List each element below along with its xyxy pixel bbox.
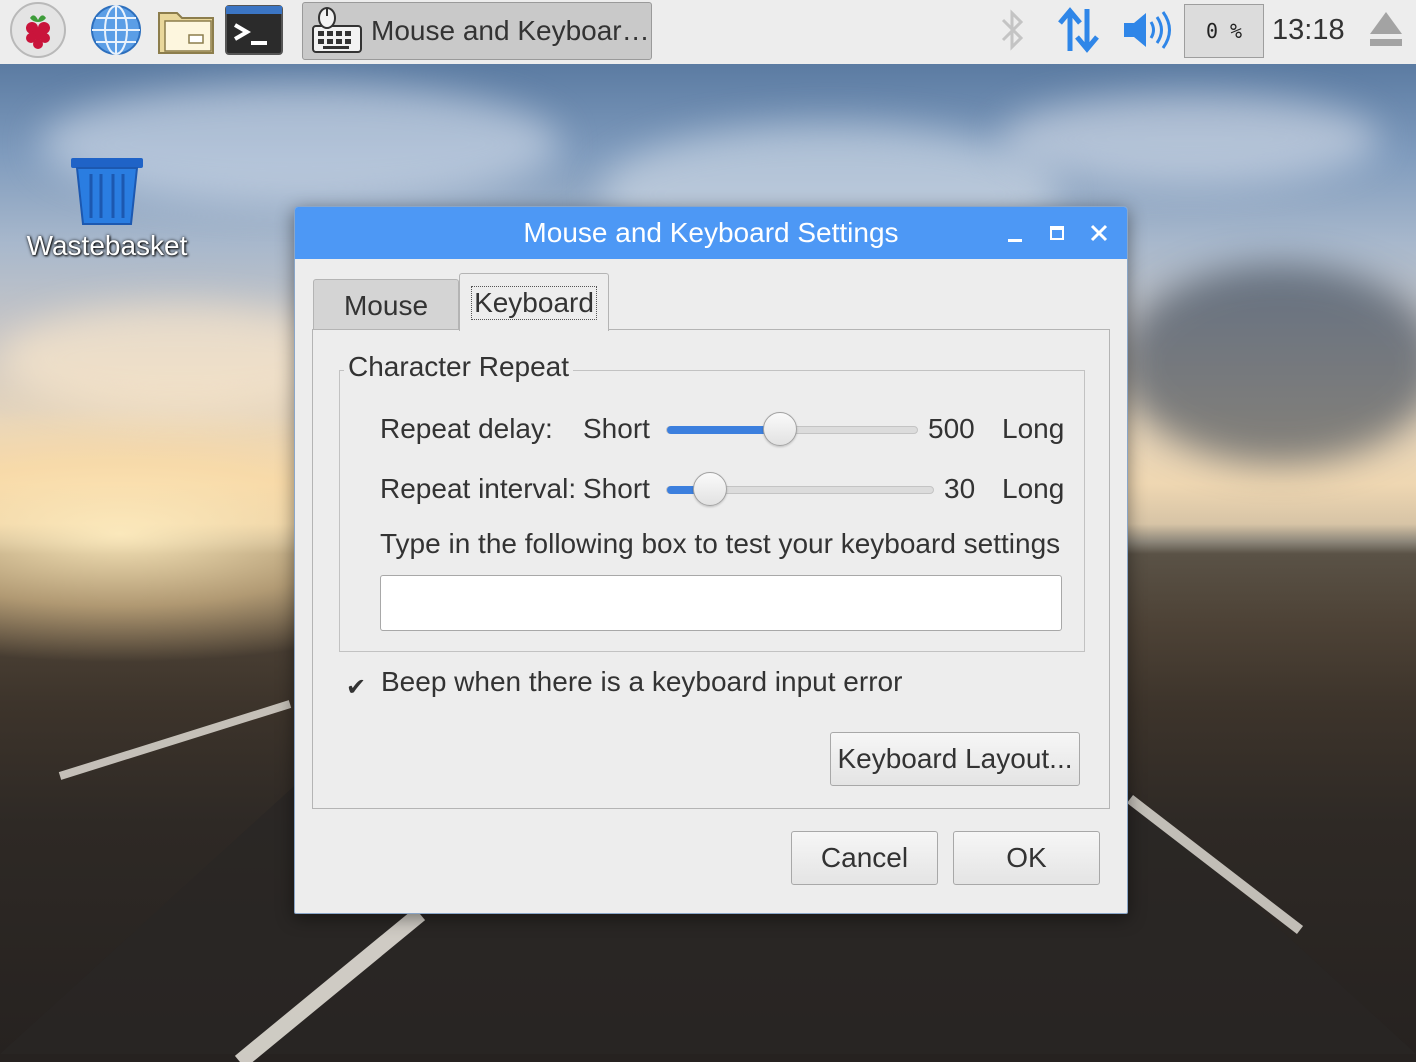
terminal-button[interactable] — [224, 4, 284, 60]
repeat-interval-long-label: Long — [1002, 473, 1065, 504]
tab-mouse-label: Mouse — [343, 289, 429, 321]
repeat-interval-label: Repeat interval: — [380, 473, 577, 504]
beep-checkbox-label[interactable]: Beep when there is a keyboard input erro… — [381, 666, 902, 698]
repeat-delay-slider-handle[interactable] — [762, 412, 797, 446]
trash-icon — [69, 154, 145, 230]
taskbar-window-label: Mouse and Keyboar… — [371, 15, 650, 46]
volume-button[interactable] — [1116, 4, 1176, 60]
mouse-keyboard-settings-dialog: Mouse and Keyboard Settings Mouse Keyboa… — [294, 206, 1128, 914]
keyboard-layout-button[interactable]: Keyboard Layout... — [830, 732, 1080, 786]
maximize-button[interactable] — [1043, 219, 1071, 247]
keyboard-test-input[interactable] — [380, 575, 1062, 631]
desktop-icon-wastebasket[interactable]: Wastebasket — [22, 154, 192, 262]
minimize-button[interactable] — [1001, 219, 1029, 247]
cancel-button[interactable]: Cancel — [791, 831, 938, 885]
cpu-monitor[interactable]: 0 % — [1184, 4, 1264, 58]
checkmark-icon: ✔ — [345, 673, 367, 701]
tab-keyboard[interactable]: Keyboard — [459, 273, 609, 331]
taskbar-window-button[interactable]: Mouse and Keyboar… — [302, 2, 652, 60]
terminal-icon — [225, 5, 283, 59]
speaker-volume-icon — [1120, 8, 1172, 56]
beep-checkbox[interactable]: ✔ — [345, 673, 367, 701]
repeat-delay-label: Repeat delay: — [380, 413, 553, 444]
eject-icon — [1366, 8, 1406, 56]
raspberry-icon — [9, 1, 67, 63]
repeat-delay-short-label: Short — [583, 413, 650, 444]
character-repeat-group: Character Repeat Repeat delay: Short 500… — [339, 351, 1085, 652]
web-browser-button[interactable] — [86, 4, 146, 60]
character-repeat-legend: Character Repeat — [344, 351, 574, 383]
clock[interactable]: 13:18 — [1272, 14, 1345, 47]
eject-button[interactable] — [1356, 4, 1416, 60]
raspberry-menu-button[interactable] — [8, 1, 68, 63]
repeat-delay-slider[interactable] — [666, 412, 918, 446]
repeat-delay-long-label: Long — [1002, 413, 1065, 444]
maximize-icon — [1049, 226, 1065, 253]
keyboard-layout-button-label: Keyboard Layout... — [837, 743, 1073, 774]
repeat-interval-short-label: Short — [583, 473, 650, 504]
network-arrows-icon — [1054, 5, 1102, 59]
dialog-titlebar[interactable]: Mouse and Keyboard Settings — [295, 207, 1127, 259]
repeat-interval-slider-handle[interactable] — [692, 472, 727, 506]
minimize-icon — [1007, 228, 1023, 253]
tab-mouse[interactable]: Mouse — [313, 279, 459, 331]
test-box-instructions: Type in the following box to test your k… — [380, 528, 1061, 559]
tab-panel-keyboard: Character Repeat Repeat delay: Short 500… — [312, 329, 1110, 809]
tab-keyboard-label: Keyboard — [471, 285, 597, 320]
cpu-usage-text: 0 % — [1205, 19, 1243, 43]
network-button[interactable] — [1048, 4, 1108, 60]
cancel-button-label: Cancel — [820, 842, 909, 873]
keyboard-mouse-icon — [309, 6, 365, 56]
folder-icon — [157, 5, 215, 59]
close-icon — [1090, 224, 1108, 253]
ok-button[interactable]: OK — [953, 831, 1100, 885]
bluetooth-icon — [995, 6, 1029, 58]
repeat-delay-value: 500 — [928, 413, 975, 444]
desktop-icon-label: Wastebasket — [26, 230, 188, 261]
bluetooth-button[interactable] — [982, 4, 1042, 60]
globe-icon — [89, 3, 143, 61]
close-button[interactable] — [1085, 219, 1113, 247]
repeat-interval-value: 30 — [944, 473, 976, 504]
file-manager-button[interactable] — [156, 4, 216, 60]
ok-button-label: OK — [1006, 842, 1047, 873]
taskbar: Mouse and Keyboar… 0 % 13:18 — [0, 0, 1416, 65]
repeat-interval-slider[interactable] — [666, 472, 934, 506]
